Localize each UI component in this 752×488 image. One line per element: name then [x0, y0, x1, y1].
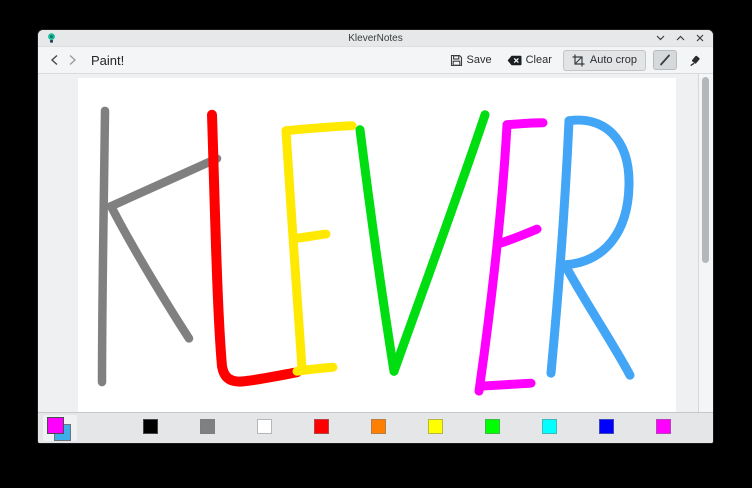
color-swatch-0[interactable]	[143, 419, 158, 434]
color-swatch-3[interactable]	[314, 419, 329, 434]
color-swatch-9[interactable]	[656, 419, 671, 434]
primary-color-swatch	[47, 417, 64, 434]
letter-E	[286, 126, 352, 372]
color-swatch-1[interactable]	[200, 419, 215, 434]
letter-E	[479, 123, 543, 391]
current-colors-indicator[interactable]	[43, 415, 77, 441]
canvas-area	[38, 74, 713, 412]
back-button[interactable]	[45, 51, 63, 69]
clear-icon	[507, 55, 522, 66]
titlebar: KleverNotes	[38, 30, 713, 47]
auto-crop-label: Auto crop	[590, 54, 637, 66]
klevernotes-window: KleverNotes Paint!	[38, 30, 713, 443]
maximize-icon[interactable]	[675, 33, 685, 43]
save-icon	[450, 54, 463, 67]
clear-label: Clear	[526, 54, 552, 66]
toolbar: Paint! Save Clear	[38, 47, 713, 74]
letter-R	[551, 120, 630, 375]
klever-drawing	[78, 78, 676, 412]
color-swatch-5[interactable]	[428, 419, 443, 434]
letter-V	[360, 115, 485, 371]
eraser-tool-button[interactable]	[684, 51, 706, 69]
color-swatch-6[interactable]	[485, 419, 500, 434]
crop-icon	[572, 54, 585, 67]
color-swatch-2[interactable]	[257, 419, 272, 434]
save-label: Save	[467, 54, 492, 66]
color-swatch-7[interactable]	[542, 419, 557, 434]
pen-icon	[659, 54, 671, 66]
window-title: KleverNotes	[38, 33, 713, 44]
drawing-canvas[interactable]	[78, 78, 676, 412]
scrollbar-track[interactable]	[698, 74, 713, 412]
page-title: Paint!	[91, 53, 124, 68]
auto-crop-button[interactable]: Auto crop	[563, 50, 646, 71]
color-swatch-4[interactable]	[371, 419, 386, 434]
close-icon[interactable]	[695, 33, 705, 43]
letter-K	[102, 111, 217, 382]
pen-tool-button[interactable]	[653, 50, 677, 70]
eraser-icon	[689, 54, 702, 67]
save-button[interactable]: Save	[446, 51, 496, 70]
color-swatch-8[interactable]	[599, 419, 614, 434]
clear-button[interactable]: Clear	[503, 51, 556, 69]
color-palette-bar	[38, 412, 713, 443]
scrollbar-thumb[interactable]	[702, 77, 709, 263]
forward-button[interactable]	[63, 51, 81, 69]
minimize-icon[interactable]	[655, 33, 665, 43]
